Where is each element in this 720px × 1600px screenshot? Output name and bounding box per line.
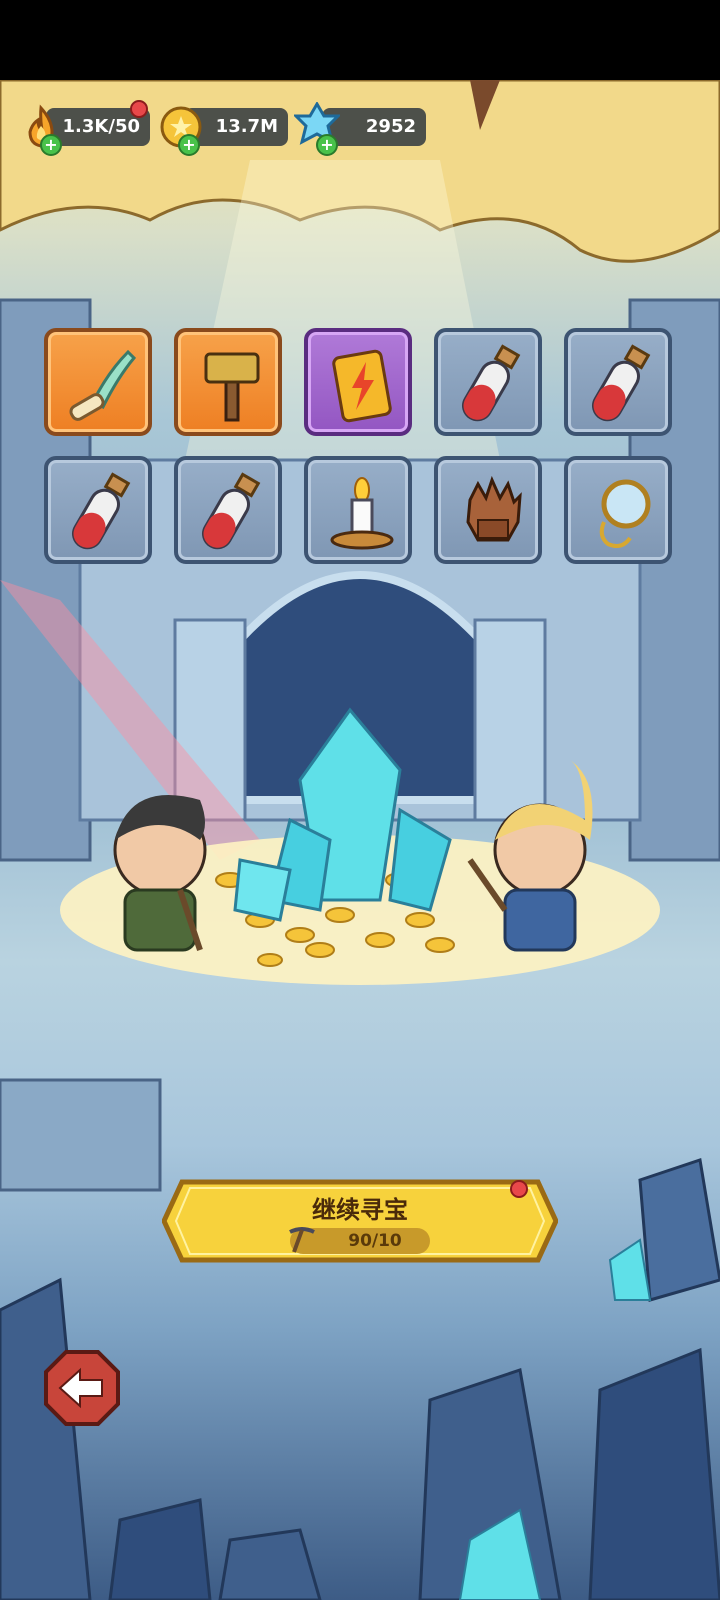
system-status-bar bbox=[0, 0, 720, 80]
inventory-slot[interactable] bbox=[174, 328, 282, 436]
pocket-mirror-icon bbox=[599, 479, 651, 548]
energy-value: 1.3K/50 bbox=[62, 116, 140, 137]
red-potion-icon bbox=[202, 472, 261, 550]
red-potion-icon bbox=[72, 472, 131, 550]
red-potion-icon bbox=[462, 344, 521, 422]
gems-value: 2952 bbox=[365, 116, 416, 137]
red-potion-icon bbox=[592, 344, 651, 422]
inventory-slot[interactable] bbox=[564, 328, 672, 436]
war-hammer-icon bbox=[204, 352, 260, 422]
continue-treasure-hunt-button[interactable]: 继续寻宝 90/10 bbox=[162, 1176, 558, 1266]
continue-label: 继续寻宝 bbox=[312, 1196, 408, 1224]
inventory-slot[interactable] bbox=[564, 456, 672, 564]
inventory-slot[interactable] bbox=[174, 456, 282, 564]
lightning-spell-card-icon bbox=[332, 349, 392, 423]
leather-glove-icon bbox=[466, 475, 522, 542]
inventory-slot[interactable] bbox=[304, 328, 412, 436]
feather-quill-icon bbox=[69, 349, 137, 421]
notification-dot bbox=[130, 100, 148, 118]
notification-dot bbox=[510, 1180, 528, 1198]
back-button[interactable] bbox=[42, 1348, 122, 1428]
add-gold-button[interactable]: + bbox=[178, 134, 200, 156]
inventory-slot[interactable] bbox=[44, 328, 152, 436]
add-energy-button[interactable]: + bbox=[40, 134, 62, 156]
gold-value: 13.7M bbox=[215, 116, 278, 137]
pickaxe-icon bbox=[289, 1227, 315, 1253]
pickaxe-count: 90/10 bbox=[348, 1231, 402, 1251]
inventory-slot[interactable] bbox=[44, 456, 152, 564]
pickaxe-counter: 90/10 bbox=[289, 1227, 430, 1254]
candle-holder-icon bbox=[330, 477, 394, 550]
add-gems-button[interactable]: + bbox=[316, 134, 338, 156]
inventory-slot[interactable] bbox=[304, 456, 412, 564]
miner-character-left bbox=[113, 795, 207, 952]
inventory-slot[interactable] bbox=[434, 328, 542, 436]
inventory-slot[interactable] bbox=[434, 456, 542, 564]
treasure-cave-scene: 1.3K/50 + 13.7M + 2952 + 继续寻宝 90/10 bbox=[0, 80, 720, 1600]
